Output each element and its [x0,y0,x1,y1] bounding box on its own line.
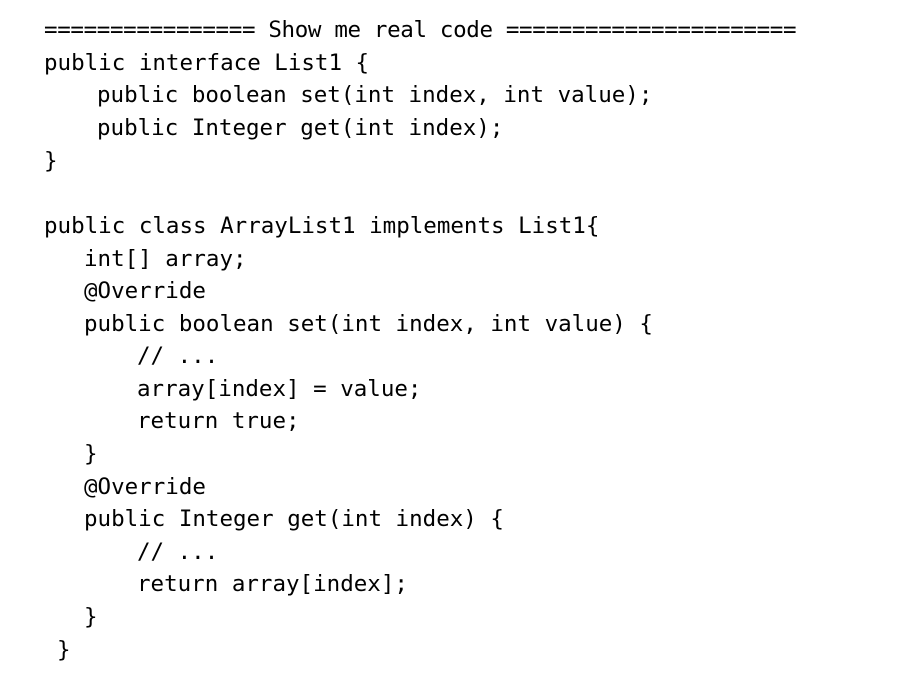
code-line-override-annotation: @Override [84,474,206,500]
code-line-get-method-signature: public Integer get(int index) { [84,506,504,532]
code-line-override-annotation: @Override [84,278,206,304]
code-header-banner: ================ Show me real code =====… [44,17,797,43]
code-line-set-comment: // ... [137,343,219,369]
code-line-return-array-value: return array[index]; [137,571,408,597]
code-line-get-comment: // ... [137,539,219,565]
code-line-array-assignment: array[index] = value; [137,376,422,402]
code-line-class-declaration: public class ArrayList1 implements List1… [44,213,600,239]
code-line-array-field: int[] array; [84,246,247,272]
code-line-set-method-close-brace: } [84,441,98,467]
code-line-return-true: return true; [137,408,300,434]
code-line-set-method-signature: public boolean set(int index, int value)… [84,311,653,337]
code-line-get-method-close-brace: } [84,604,98,630]
code-line-interface-get-method: public Integer get(int index); [97,115,504,141]
code-line-class-close-brace: } [57,637,71,663]
code-line-interface-declaration: public interface List1 { [44,50,370,76]
code-line-interface-close-brace: } [44,148,58,174]
code-snippet: ================ Show me real code =====… [0,0,911,692]
code-line-interface-set-method: public boolean set(int index, int value)… [97,82,653,108]
